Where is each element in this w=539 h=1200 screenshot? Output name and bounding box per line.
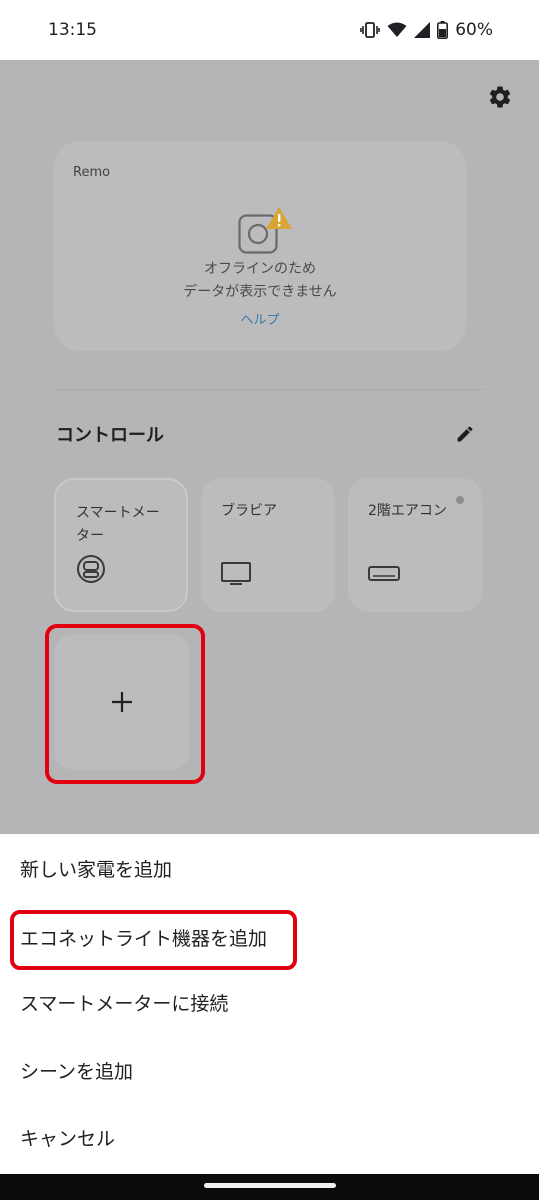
- sheet-item-add-scene[interactable]: シーンを追加: [20, 1052, 133, 1092]
- sheet-item-add-echonet[interactable]: エコネットライト機器を追加: [20, 919, 267, 959]
- divider: [54, 389, 485, 390]
- offline-line-2: データが表示できません: [183, 284, 337, 300]
- control-tile-aircon[interactable]: 2階エアコン: [348, 478, 482, 612]
- home-handle[interactable]: [204, 1183, 336, 1188]
- control-tile-bravia[interactable]: ブラビア: [201, 478, 335, 612]
- sheet-item-add-appliance[interactable]: 新しい家電を追加: [20, 850, 172, 890]
- tv-icon: [221, 562, 251, 590]
- remo-device-icon: [238, 207, 292, 254]
- status-bar: 13:15 60%: [0, 0, 539, 60]
- air-conditioner-icon: [368, 566, 400, 586]
- gear-icon[interactable]: [487, 84, 513, 110]
- status-dot: [456, 496, 464, 504]
- sheet-item-connect-smart-meter[interactable]: スマートメーターに接続: [20, 984, 228, 1024]
- remo-card-title: Remo: [73, 165, 111, 180]
- bottom-sheet: 新しい家電を追加 エコネットライト機器を追加 スマートメーターに接続 シーンを追…: [0, 834, 539, 1174]
- pencil-icon[interactable]: [455, 424, 475, 444]
- warning-icon: [266, 207, 292, 229]
- navigation-bar: [0, 1174, 539, 1200]
- sheet-item-cancel[interactable]: キャンセル: [20, 1119, 115, 1159]
- status-time: 13:15: [48, 20, 97, 40]
- offline-message: オフラインのため データが表示できません: [54, 258, 466, 304]
- wifi-icon: [387, 22, 407, 38]
- help-link[interactable]: ヘルプ: [54, 309, 466, 328]
- plus-icon: [111, 691, 133, 713]
- offline-line-1: オフラインのため: [204, 261, 316, 277]
- tile-label: スマートメーター: [76, 505, 160, 544]
- battery-icon: [437, 21, 449, 39]
- remo-card[interactable]: Remo オフラインのため データが表示できません ヘルプ: [54, 141, 466, 351]
- status-icons: 60%: [360, 20, 493, 40]
- battery-percent: 60%: [455, 20, 493, 40]
- home-screen: Remo オフラインのため データが表示できません ヘルプ コントロール スマー…: [0, 60, 539, 834]
- add-control-button[interactable]: [54, 634, 190, 770]
- signal-icon: [414, 22, 431, 38]
- tile-label: 2階エアコン: [368, 503, 447, 519]
- tile-label: ブラビア: [221, 503, 277, 519]
- control-tile-smart-meter[interactable]: スマートメーター: [54, 478, 188, 612]
- controls-title: コントロール: [56, 425, 164, 446]
- vibrate-icon: [360, 21, 381, 39]
- smart-meter-icon: [76, 554, 106, 588]
